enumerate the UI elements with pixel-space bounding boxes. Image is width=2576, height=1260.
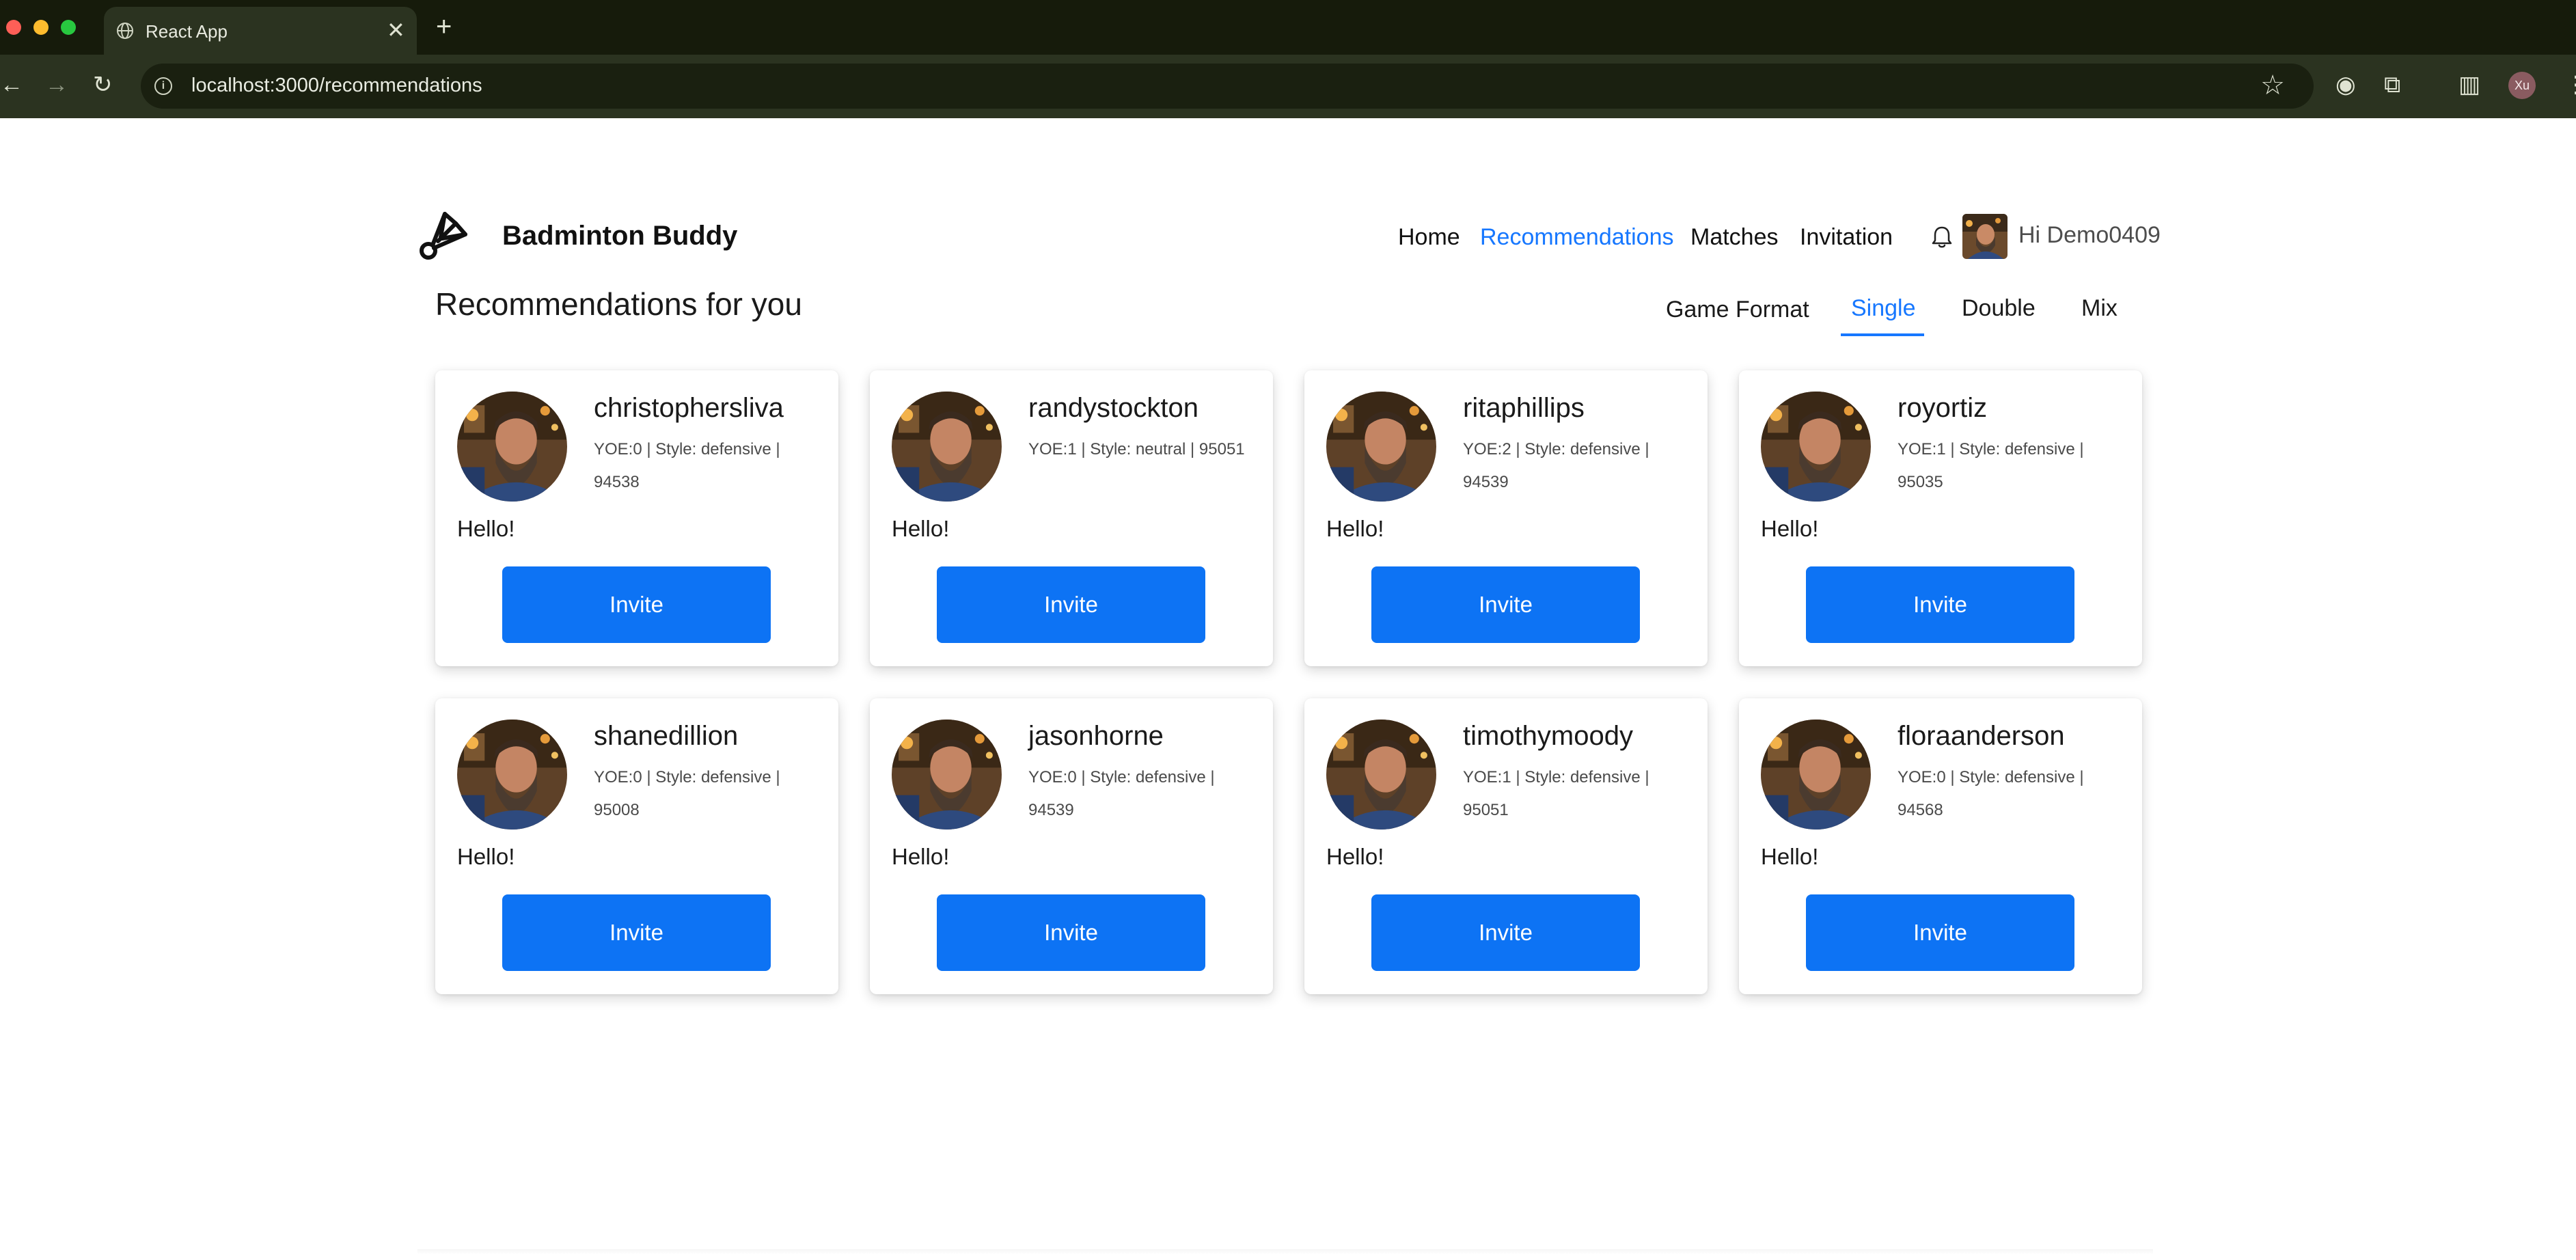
player-card: christophersliva YOE:0 | Style: defensiv… [435, 370, 838, 666]
player-meta: YOE:0 | Style: defensive | 94539 [1028, 768, 1215, 819]
invite-button[interactable]: Invite [1806, 566, 2074, 643]
user-greeting[interactable]: Hi Demo0409 [2018, 222, 2161, 249]
bell-icon[interactable] [1930, 225, 1954, 249]
player-name: christophersliva [594, 393, 784, 423]
player-name: shanedillion [594, 721, 739, 751]
bookmark-star-icon[interactable]: ☆ [2260, 69, 2285, 102]
close-window-button[interactable] [6, 20, 21, 35]
player-message: Hello! [892, 516, 950, 541]
player-avatar [1761, 392, 1871, 502]
tab-double[interactable]: Double [1962, 295, 2036, 322]
player-name: randystockton [1028, 393, 1199, 423]
invite-button[interactable]: Invite [1806, 894, 2074, 971]
player-meta: YOE:1 | Style: neutral | 95051 [1028, 440, 1245, 458]
player-card: shanedillion YOE:0 | Style: defensive | … [435, 698, 838, 994]
player-card: randystockton YOE:1 | Style: neutral | 9… [870, 370, 1273, 666]
player-name: jasonhorne [1028, 721, 1164, 751]
player-name: royortiz [1897, 393, 1988, 423]
globe-icon [117, 23, 133, 39]
page-title: Recommendations for you [435, 286, 802, 322]
address-bar[interactable]: i localhost:3000/recommendations ☆ [141, 64, 2314, 109]
player-meta: YOE:2 | Style: defensive | 94539 [1463, 440, 1649, 491]
puzzle-extensions-icon[interactable]: ⧉ [2384, 70, 2400, 100]
shuttlecock-icon[interactable] [417, 207, 472, 262]
invite-button[interactable]: Invite [502, 566, 771, 643]
player-message: Hello! [1326, 844, 1384, 869]
player-meta: YOE:0 | Style: defensive | 95008 [594, 768, 780, 819]
tab-mix[interactable]: Mix [2081, 295, 2118, 322]
invite-button[interactable]: Invite [502, 894, 771, 971]
player-message: Hello! [1761, 516, 1819, 541]
player-card: ritaphillips YOE:2 | Style: defensive | … [1304, 370, 1708, 666]
player-meta: YOE:0 | Style: defensive | 94568 [1897, 768, 2084, 819]
back-arrow-icon[interactable]: ← [0, 70, 23, 100]
tab-title: React App [146, 21, 228, 42]
browser-toolbar: ← → ↻ i localhost:3000/recommendations ☆… [0, 55, 2576, 118]
site-info-icon[interactable]: i [154, 77, 172, 95]
zoom-window-button[interactable] [61, 20, 76, 35]
player-name: ritaphillips [1463, 393, 1585, 423]
url-text[interactable]: localhost:3000/recommendations [191, 74, 482, 97]
tab-close-icon[interactable]: ✕ [387, 18, 405, 42]
player-avatar [892, 720, 1002, 830]
player-message: Hello! [457, 844, 515, 869]
nav-invitation[interactable]: Invitation [1800, 224, 1893, 251]
active-tab-indicator [1841, 333, 1924, 336]
nav-home[interactable]: Home [1398, 224, 1460, 251]
reload-icon[interactable]: ↻ [93, 70, 113, 100]
player-avatar [457, 720, 567, 830]
player-card: jasonhorne YOE:0 | Style: defensive | 94… [870, 698, 1273, 994]
player-card: timothymoody YOE:1 | Style: defensive | … [1304, 698, 1708, 994]
player-message: Hello! [457, 516, 515, 541]
tab-single[interactable]: Single [1851, 295, 1916, 322]
player-card: royortiz YOE:1 | Style: defensive | 9503… [1739, 370, 2142, 666]
player-avatar [1326, 720, 1436, 830]
player-meta: YOE:0 | Style: defensive | 94538 [594, 440, 780, 491]
player-avatar [1326, 392, 1436, 502]
forward-arrow-icon[interactable]: → [45, 70, 68, 100]
player-card: floraanderson YOE:0 | Style: defensive |… [1739, 698, 2142, 994]
footer-divider [417, 1249, 2153, 1255]
profile-avatar[interactable]: Xu [2508, 72, 2536, 99]
game-format-label: Game Format [1666, 297, 1809, 323]
invite-button[interactable]: Invite [1371, 566, 1640, 643]
player-meta: YOE:1 | Style: defensive | 95051 [1463, 768, 1649, 819]
new-tab-button[interactable]: + [436, 11, 452, 42]
kebab-menu-icon[interactable]: ⋮ [2564, 70, 2576, 100]
player-meta: YOE:1 | Style: defensive | 95035 [1897, 440, 2084, 491]
nav-recommendations[interactable]: Recommendations [1480, 224, 1673, 251]
browser-chrome: React App ✕ + ← → ↻ i localhost:3000/rec… [0, 0, 2576, 118]
player-avatar [457, 392, 567, 502]
player-name: floraanderson [1897, 721, 2065, 751]
player-message: Hello! [892, 844, 950, 869]
recommendation-grid: christophersliva YOE:0 | Style: defensiv… [435, 370, 2143, 996]
invite-button[interactable]: Invite [937, 566, 1205, 643]
invite-button[interactable]: Invite [1371, 894, 1640, 971]
browser-tab-active[interactable]: React App ✕ [104, 7, 417, 55]
brand-name[interactable]: Badminton Buddy [502, 221, 737, 251]
player-message: Hello! [1326, 516, 1384, 541]
invite-button[interactable]: Invite [937, 894, 1205, 971]
nav-matches[interactable]: Matches [1690, 224, 1779, 251]
user-avatar[interactable] [1962, 214, 2008, 259]
minimize-window-button[interactable] [33, 20, 49, 35]
tab-strip: React App ✕ + [0, 0, 2576, 55]
player-avatar [892, 392, 1002, 502]
extension-icon[interactable]: ◉ [2335, 70, 2356, 100]
player-message: Hello! [1761, 844, 1819, 869]
player-name: timothymoody [1463, 721, 1633, 751]
player-avatar [1761, 720, 1871, 830]
side-panel-icon[interactable]: ▥ [2458, 70, 2480, 100]
